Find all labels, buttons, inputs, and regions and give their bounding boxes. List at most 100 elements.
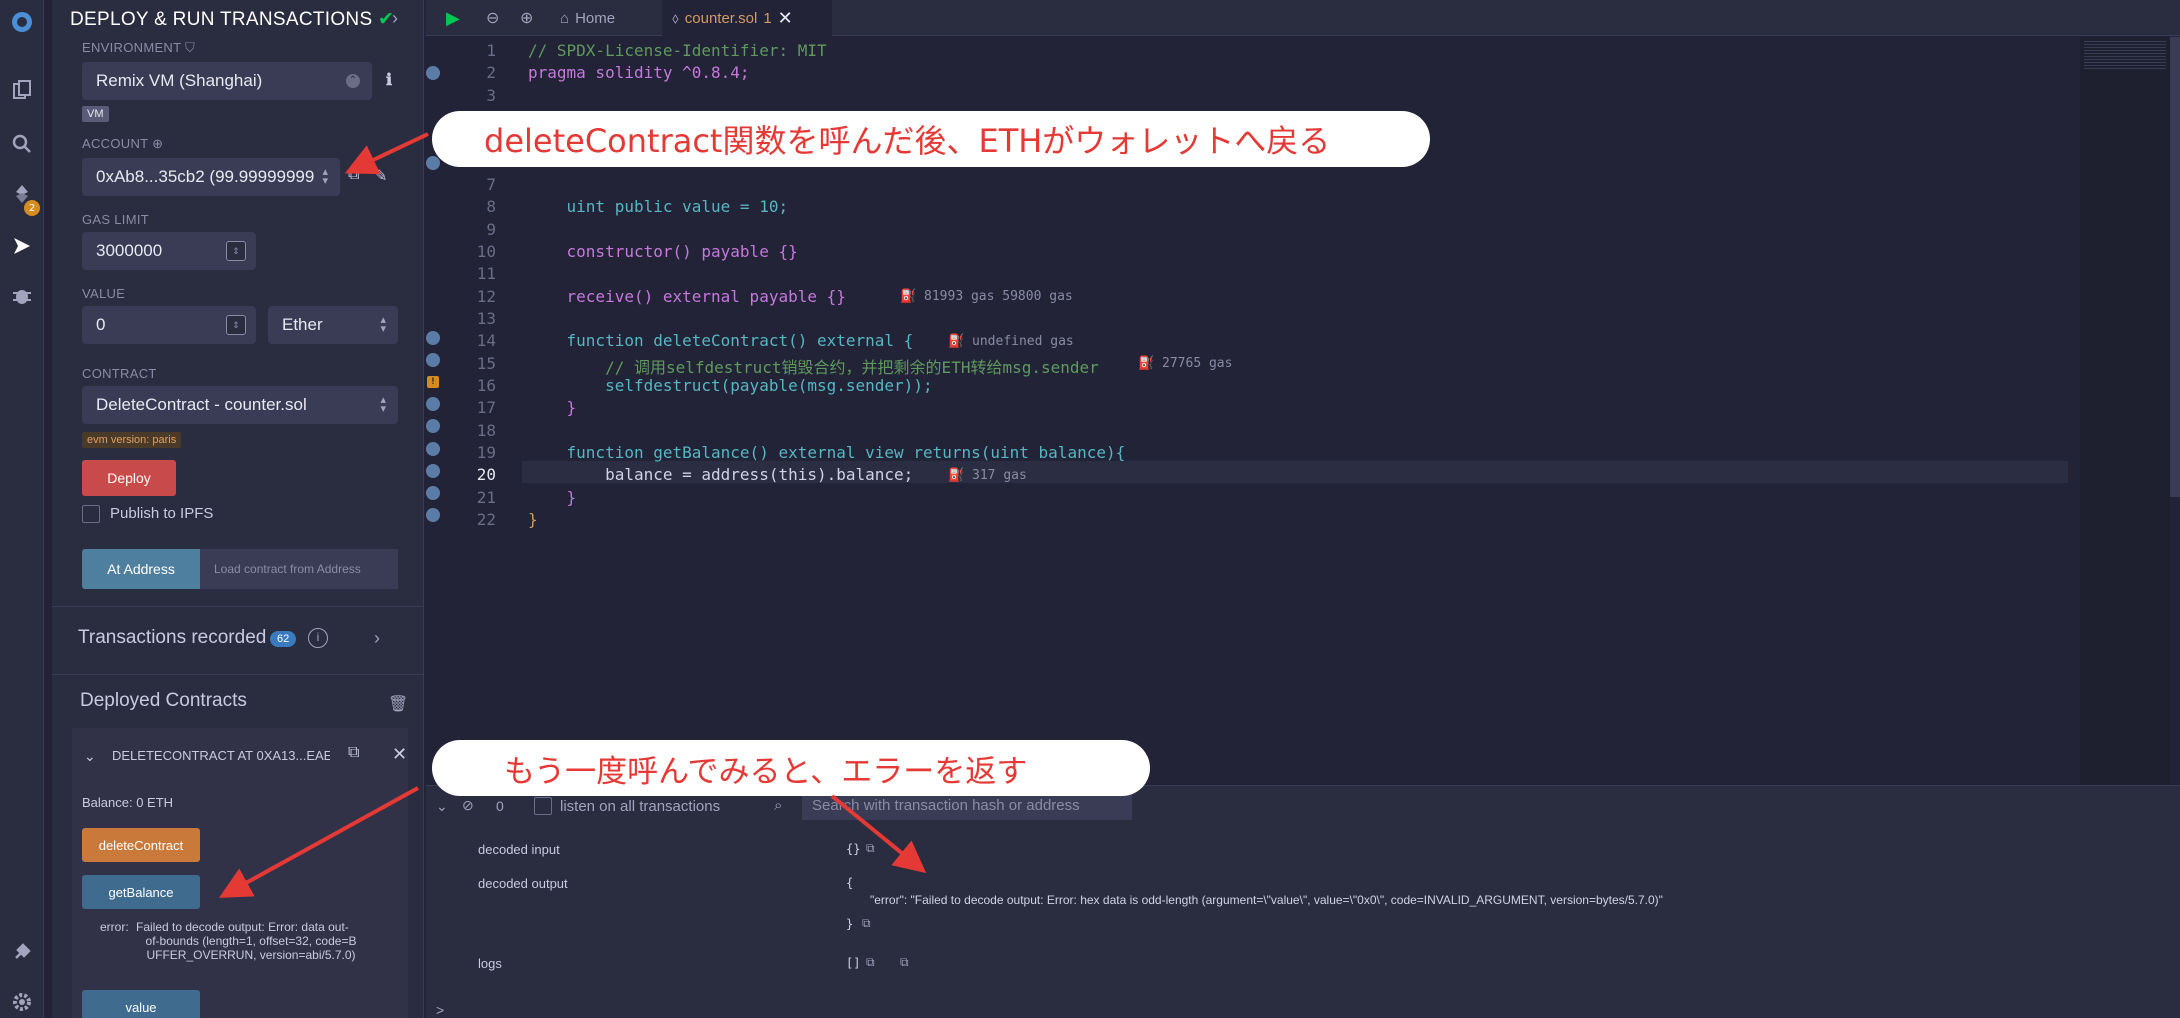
load-contract-input[interactable]: Load contract from Address (200, 549, 398, 589)
terminal-prompt[interactable]: > (436, 1002, 444, 1018)
copy-icon[interactable]: ⧉ (900, 955, 909, 970)
line-number: 2 (486, 63, 496, 82)
error-line: of-bounds (length=1, offset=32, code=B (145, 934, 357, 948)
decoded-output-label: decoded output (478, 876, 568, 891)
breakpoint-marker[interactable] (426, 419, 440, 433)
editor-tabs: ▶ ⊖ ⊕ ⌂ Home ⬨ counter.sol 1 ✕ (426, 0, 2180, 36)
breakpoint-marker[interactable] (426, 156, 440, 170)
add-account-icon[interactable]: ⊕ (152, 136, 163, 151)
chevron-right-icon[interactable]: › (392, 8, 398, 29)
close-icon[interactable]: ✕ (392, 744, 407, 765)
gas-estimate-text: 27765 gas (1162, 356, 1233, 371)
transactions-chevron-icon[interactable]: › (374, 628, 380, 649)
line-number: 13 (476, 309, 496, 328)
line-number: 17 (476, 398, 496, 417)
line-number: 11 (476, 264, 496, 283)
copy-account-icon[interactable]: ⧉ (348, 166, 359, 184)
icon-rail: 2 (0, 0, 44, 1018)
panel-title: DEPLOY & RUN TRANSACTIONS ✔ (70, 8, 394, 31)
collapse-terminal-icon[interactable]: ⌄ (436, 798, 448, 815)
breakpoint-marker[interactable] (426, 66, 440, 80)
value-button[interactable]: value (82, 990, 200, 1018)
search-icon[interactable] (8, 130, 36, 158)
file-explorer-icon[interactable] (8, 76, 36, 104)
breakpoint-marker[interactable] (426, 486, 440, 500)
run-icon[interactable]: ▶ (446, 0, 460, 36)
trash-icon[interactable]: 🗑 (388, 694, 408, 714)
gas-estimate-text: undefined gas (972, 334, 1074, 349)
remix-logo-icon[interactable] (8, 8, 36, 36)
copy-icon[interactable]: ⧉ (866, 955, 875, 970)
delete-contract-button[interactable]: deleteContract (82, 828, 200, 862)
logs-value: [] (846, 956, 861, 970)
divider (52, 674, 424, 675)
at-address-button[interactable]: At Address (82, 549, 200, 589)
value-input[interactable]: 0 ⇕ (82, 306, 256, 344)
settings-gear-icon[interactable] (8, 988, 36, 1016)
deploy-button[interactable]: Deploy (82, 460, 176, 496)
environment-select[interactable]: Remix VM (Shanghai) ⌃ (82, 62, 372, 100)
breakpoint-marker[interactable] (426, 442, 440, 456)
gas-limit-input[interactable]: 3000000 ⇕ (82, 232, 256, 270)
publish-ipfs-checkbox[interactable] (82, 505, 100, 523)
gas-estimate: ⛽ undefined gas (948, 334, 1074, 349)
value-amount: 0 (96, 315, 106, 334)
copy-address-icon[interactable]: ⧉ (348, 744, 359, 762)
warning-icon[interactable]: ! (427, 376, 439, 388)
copy-icon[interactable]: ⧉ (862, 916, 871, 931)
tab-counter-sol[interactable]: ⬨ counter.sol 1 ✕ (662, 0, 832, 36)
environment-value: Remix VM (Shanghai) (96, 71, 263, 90)
listen-checkbox[interactable] (534, 797, 552, 815)
code-line: // 调用selfdestruct销毁合约，并把剩余的ETH转给msg.send… (528, 358, 1099, 377)
plugin-manager-icon[interactable] (8, 938, 36, 966)
environment-label-text: ENVIRONMENT (82, 40, 182, 55)
line-number: 8 (486, 197, 496, 216)
instance-name[interactable]: DELETECONTRACT AT 0XA13...EAE (112, 748, 330, 763)
account-label-text: ACCOUNT (82, 136, 149, 151)
line-number: 14 (476, 331, 496, 350)
get-balance-button[interactable]: getBalance (82, 875, 200, 909)
tab-home[interactable]: ⌂ Home (560, 0, 615, 36)
breakpoint-marker[interactable] (426, 508, 440, 522)
evm-version-tag: evm version: paris (82, 432, 182, 448)
account-label: ACCOUNT ⊕ (82, 136, 163, 152)
home-icon: ⌂ (560, 9, 570, 27)
code-line: uint public value = 10; (528, 197, 789, 216)
clear-console-icon[interactable]: ⊘ (462, 797, 474, 814)
deployed-instance-card (72, 728, 408, 1018)
edit-account-icon[interactable]: ✎ (374, 166, 387, 186)
transactions-recorded-title[interactable]: Transactions recorded (78, 627, 266, 649)
account-select[interactable]: 0xAb8...35cb2 (99.99999999 ▴ ▾ (82, 158, 340, 196)
funnel-icon[interactable]: ⛉ (185, 40, 195, 55)
info-circle-icon[interactable]: i (308, 628, 328, 648)
copy-icon[interactable]: ⧉ (866, 841, 875, 856)
editor-scrollbar[interactable] (2170, 37, 2180, 497)
callout-bottom: もう一度呼んでみると、エラーを返す (432, 740, 1150, 796)
zoom-in-icon[interactable]: ⊕ (520, 0, 533, 36)
line-number: 18 (476, 421, 496, 440)
breakpoint-marker[interactable] (426, 464, 440, 478)
breakpoint-marker[interactable] (426, 331, 440, 345)
value-unit-select[interactable]: Ether ▴ ▾ (268, 306, 398, 344)
code-line: } (528, 510, 538, 529)
tab-file-badge: 1 (763, 9, 772, 27)
info-icon[interactable]: ℹ (386, 70, 392, 90)
code-line: function deleteContract() external { (528, 331, 914, 350)
gas-estimate: ⛽ 27765 gas (1138, 356, 1232, 371)
contract-select[interactable]: DeleteContract - counter.sol ▴ ▾ (82, 386, 398, 424)
tab-file-label: counter.sol (684, 9, 758, 27)
minimap[interactable] (2080, 37, 2170, 785)
zoom-out-icon[interactable]: ⊖ (486, 0, 499, 36)
select-caret-icon: ⌃ (346, 74, 360, 88)
deploy-run-icon[interactable] (8, 232, 36, 260)
gas-limit-stepper-icon[interactable]: ⇕ (226, 241, 246, 261)
breakpoint-marker[interactable] (426, 397, 440, 411)
code-line: receive() external payable {} (528, 287, 846, 306)
value-stepper-icon[interactable]: ⇕ (226, 315, 246, 335)
decoded-output-open: { (846, 876, 854, 890)
tab-close-icon[interactable]: ✕ (778, 8, 793, 29)
line-number: 7 (486, 175, 496, 194)
chevron-down-icon[interactable]: ⌄ (84, 748, 96, 765)
debugger-icon[interactable] (8, 282, 36, 310)
breakpoint-marker[interactable] (426, 353, 440, 367)
